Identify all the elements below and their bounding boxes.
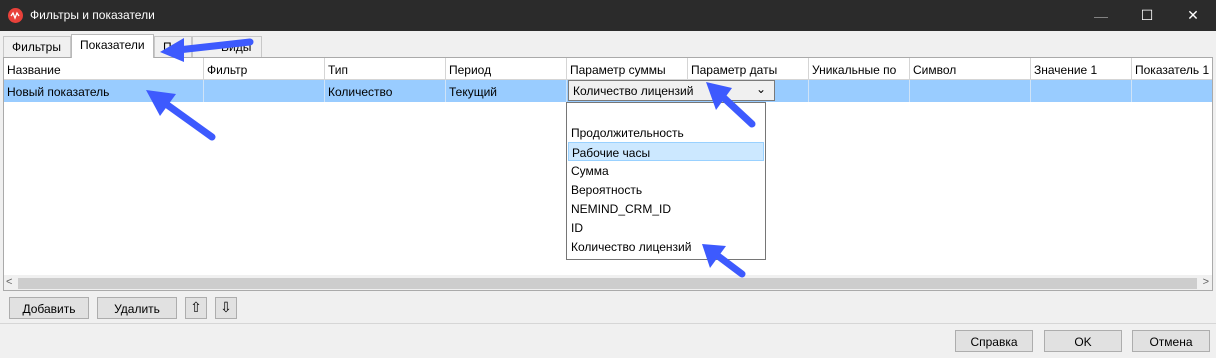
scroll-left-icon[interactable]: < — [6, 276, 12, 288]
column-header-value1[interactable]: Значение 1 — [1031, 58, 1132, 80]
cell-period[interactable]: Текущий — [446, 80, 567, 102]
title-bar: Фильтры и показатели — ☐ ✕ — [0, 0, 1216, 31]
horizontal-scrollbar[interactable]: < > — [4, 275, 1212, 290]
maximize-button[interactable]: ☐ — [1124, 0, 1170, 31]
scrollbar-thumb[interactable] — [18, 278, 1197, 289]
annotation-arrow-icon — [160, 38, 254, 62]
cell-unique-by[interactable] — [809, 80, 910, 102]
tab-filters[interactable]: Фильтры — [3, 36, 71, 57]
close-button[interactable]: ✕ — [1170, 0, 1216, 31]
dropdown-option[interactable]: Вероятность — [568, 180, 764, 199]
cell-indicator1[interactable] — [1132, 80, 1212, 102]
help-button[interactable]: Справка — [955, 330, 1033, 352]
dropdown-option[interactable]: NEMIND_CRM_ID — [568, 199, 764, 218]
dropdown-option-highlighted[interactable]: Рабочие часы — [568, 142, 764, 161]
column-header-type[interactable]: Тип — [325, 58, 446, 80]
cancel-button[interactable]: Отмена — [1132, 330, 1210, 352]
column-header-unique-by[interactable]: Уникальные по — [809, 58, 910, 80]
delete-button[interactable]: Удалить — [97, 297, 177, 319]
cell-symbol[interactable] — [910, 80, 1031, 102]
move-up-button[interactable]: ⇧ — [185, 297, 207, 319]
app-logo-icon — [8, 8, 23, 23]
dropdown-option[interactable]: Сумма — [568, 161, 764, 180]
tab-indicators[interactable]: Показатели — [71, 34, 154, 58]
annotation-arrow-icon — [706, 82, 756, 128]
column-header-indicator1[interactable]: Показатель 1 — [1132, 58, 1212, 80]
column-header-sum-param[interactable]: Параметр суммы — [567, 58, 688, 80]
arrow-up-icon: ⇧ — [190, 299, 202, 315]
minimize-button[interactable]: — — [1078, 0, 1124, 31]
dropdown-option[interactable]: ID — [568, 218, 764, 237]
annotation-arrow-icon — [702, 244, 746, 278]
column-header-period[interactable]: Период — [446, 58, 567, 80]
footer-divider — [0, 323, 1216, 324]
cell-type[interactable]: Количество — [325, 80, 446, 102]
add-button[interactable]: Добавить — [9, 297, 89, 319]
window-title: Фильтры и показатели — [30, 8, 155, 22]
ok-button[interactable]: OK — [1044, 330, 1122, 352]
arrow-down-icon: ⇩ — [220, 299, 232, 315]
combobox-value: Количество лицензий — [573, 84, 694, 98]
cell-value1[interactable] — [1031, 80, 1132, 102]
scroll-right-icon[interactable]: > — [1203, 276, 1209, 288]
annotation-arrow-icon — [146, 90, 216, 141]
move-down-button[interactable]: ⇩ — [215, 297, 237, 319]
column-header-symbol[interactable]: Символ — [910, 58, 1031, 80]
